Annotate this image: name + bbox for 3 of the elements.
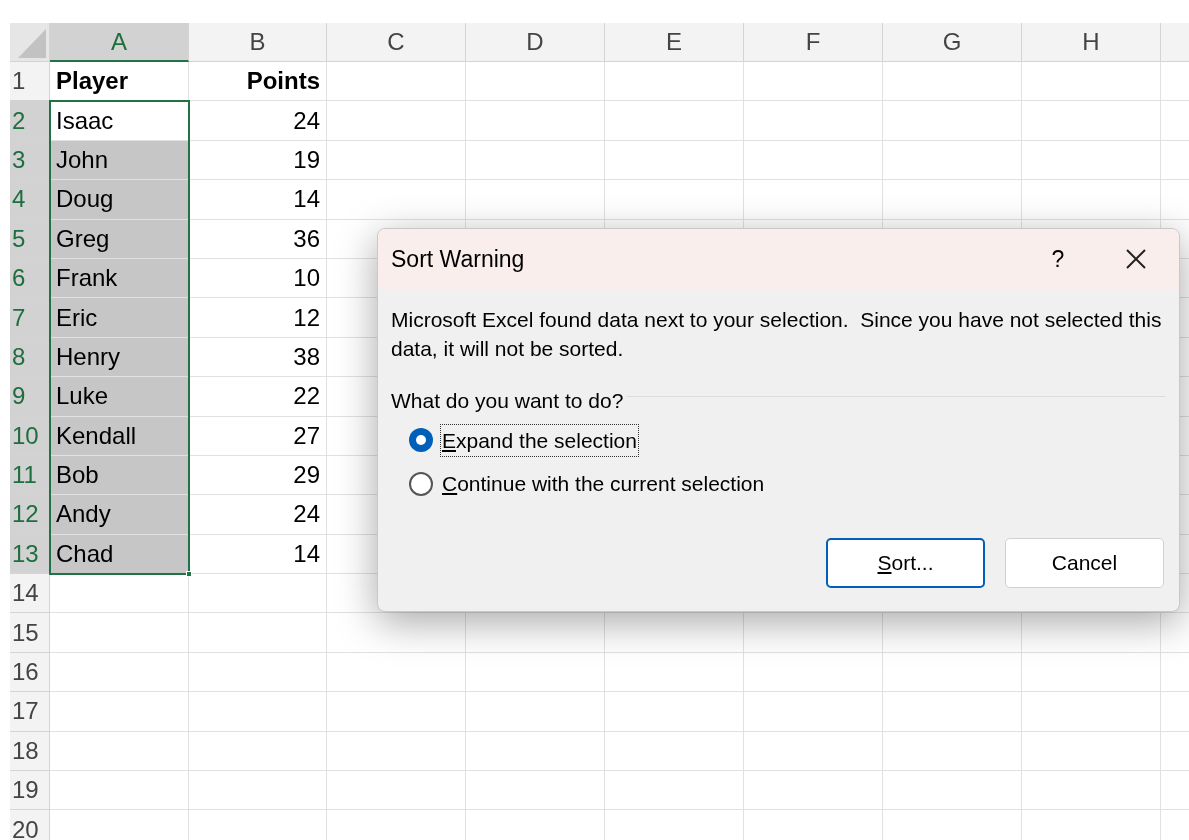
- prompt-text: What do you want to do?: [391, 388, 624, 414]
- dialog-title: Sort Warning: [391, 244, 526, 274]
- dialog-message: Microsoft Excel found data next to your selection. Since you have not selected this data, it will not be sorted.: [391, 307, 1163, 362]
